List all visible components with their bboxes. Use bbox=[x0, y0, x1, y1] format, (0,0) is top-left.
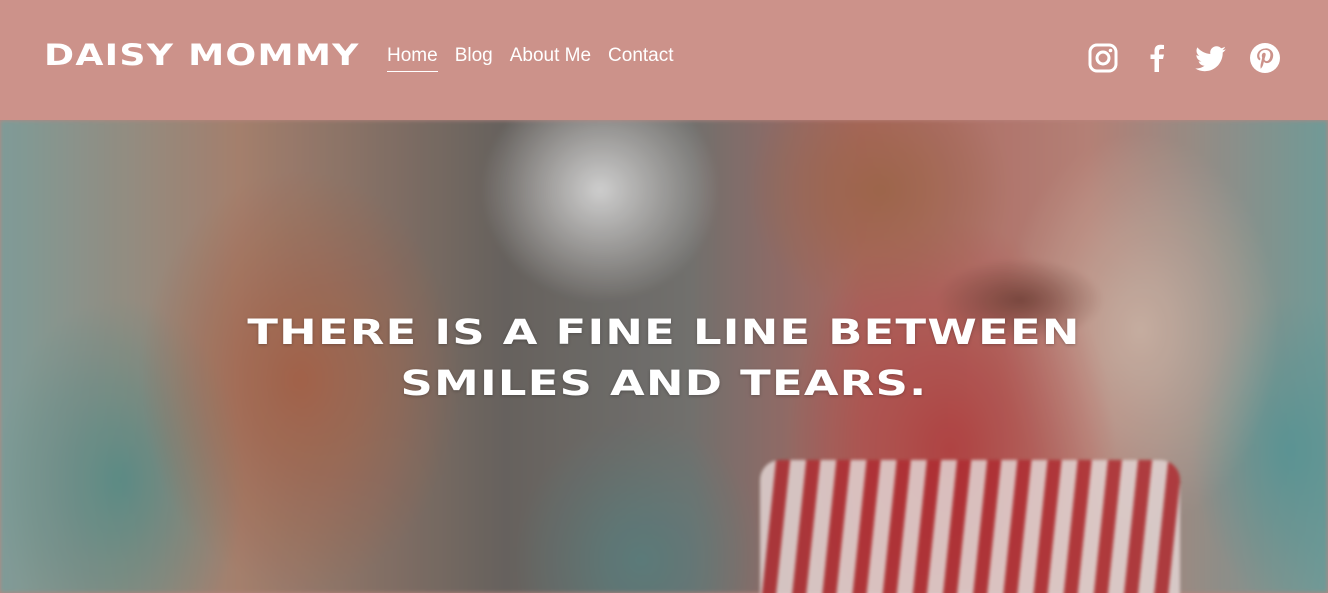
twitter-icon[interactable] bbox=[1194, 41, 1228, 75]
facebook-icon[interactable] bbox=[1140, 41, 1174, 75]
instagram-icon[interactable] bbox=[1086, 41, 1120, 75]
social-links bbox=[1066, 40, 1282, 76]
hero-headline-line-2: SMILES AND TEARS. bbox=[400, 364, 928, 404]
site-logo[interactable]: DAISY MOMMY bbox=[44, 37, 360, 73]
site-header: DAISY MOMMY Home Blog About Me Contact bbox=[0, 0, 1328, 120]
hero-headline: THERE IS A FINE LINE BETWEEN SMILES AND … bbox=[0, 308, 1328, 410]
main-nav: Home Blog About Me Contact bbox=[387, 44, 691, 72]
nav-item-home[interactable]: Home bbox=[387, 44, 438, 72]
nav-item-about-me[interactable]: About Me bbox=[510, 44, 591, 71]
nav-item-contact[interactable]: Contact bbox=[608, 44, 673, 71]
hero-headline-line-1: THERE IS A FINE LINE BETWEEN bbox=[247, 313, 1081, 353]
nav-item-blog[interactable]: Blog bbox=[455, 44, 493, 71]
hero-banner: THERE IS A FINE LINE BETWEEN SMILES AND … bbox=[0, 120, 1328, 593]
pinterest-icon[interactable] bbox=[1248, 41, 1282, 75]
